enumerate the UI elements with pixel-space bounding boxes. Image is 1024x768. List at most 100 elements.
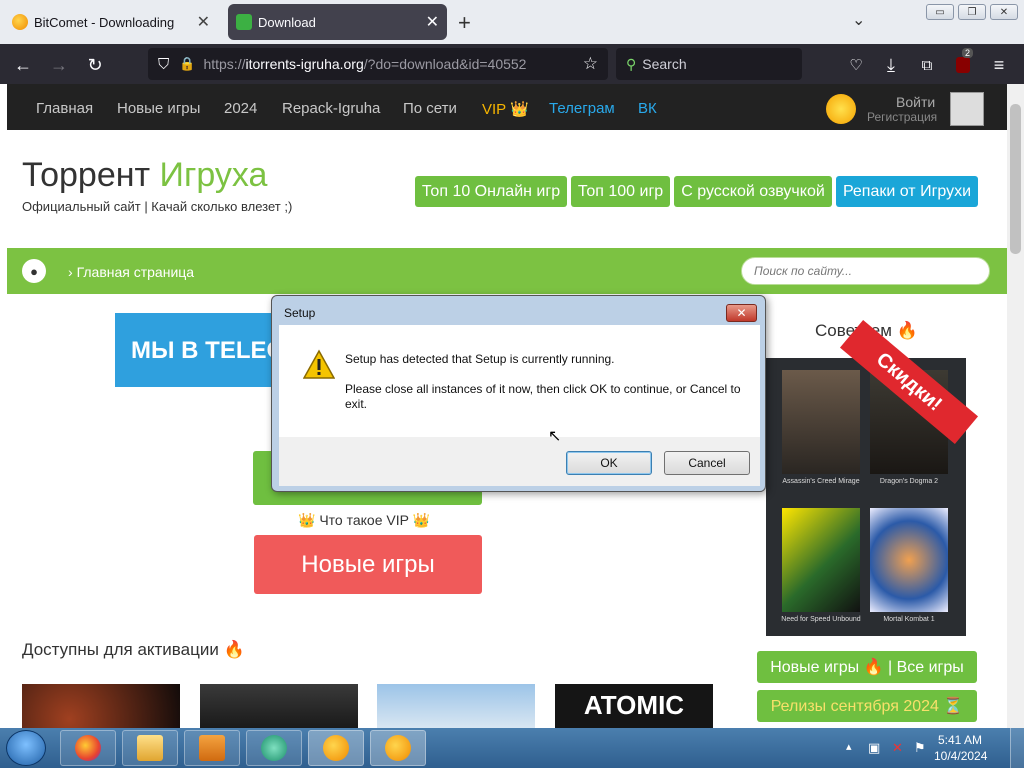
game-cover[interactable]	[782, 508, 860, 612]
cancel-button[interactable]: Cancel	[664, 451, 750, 475]
new-games-all-button[interactable]: Новые игры 🔥 | Все игры	[757, 651, 977, 683]
nav-link-2024[interactable]: 2024	[224, 100, 257, 117]
bitcomet-icon	[385, 735, 411, 761]
avatar[interactable]	[950, 92, 984, 126]
tab-bitcomet[interactable]: BitComet - Downloading ✕	[4, 4, 218, 40]
game-thumbnail[interactable]: ATOMIC	[555, 684, 713, 728]
search-bar-placeholder: Search	[642, 56, 687, 72]
new-tab-button[interactable]: +	[458, 10, 471, 36]
game-caption: Mortal Kombat 1	[883, 616, 935, 623]
site-tagline: Официальный сайт | Качай сколько влезет …	[22, 199, 293, 214]
ublock-icon[interactable]: 2	[950, 48, 976, 78]
list-all-tabs-icon[interactable]: ⌄	[852, 10, 865, 30]
scrollbar-thumb[interactable]	[1010, 104, 1021, 254]
vip-info-link[interactable]: 👑 Что такое VIP 👑	[298, 512, 430, 529]
forward-icon[interactable]: →	[46, 52, 72, 78]
site-logo[interactable]: Торрент Игруха	[22, 156, 267, 195]
logo-text-green: Игруха	[159, 156, 268, 194]
september-releases-button[interactable]: Релизы сентября 2024 ⏳	[757, 690, 977, 722]
search-icon[interactable]: ⚲	[962, 260, 974, 280]
restore-button[interactable]: ❐	[958, 4, 986, 20]
nav-link-vip[interactable]: VIP 👑	[482, 100, 529, 118]
nav-link-repack[interactable]: Repack-Igruha	[282, 100, 380, 117]
action-center-icon[interactable]: ⚑	[914, 740, 926, 756]
game-caption: Need for Speed Unbound	[781, 616, 861, 623]
media-player-icon	[199, 735, 225, 761]
nav-link-vk[interactable]: ВК	[638, 100, 657, 117]
new-games-button[interactable]: Новые игры	[254, 535, 482, 594]
volume-muted-icon[interactable]: ✕	[892, 740, 903, 756]
register-link[interactable]: Регистрация	[867, 110, 937, 124]
site-favicon-icon	[236, 14, 252, 30]
breadcrumb-label: Главная страница	[76, 264, 195, 280]
location-pin-icon: ●	[22, 259, 46, 283]
menu-icon[interactable]: ≡	[986, 52, 1012, 78]
dialog-message-line2: Please close all instances of it now, th…	[345, 382, 741, 411]
tray-expand-icon[interactable]: ▴	[846, 740, 852, 753]
nav-link-new-games[interactable]: Новые игры	[117, 100, 200, 117]
dialog-title: Setup	[284, 306, 316, 320]
pocket-icon[interactable]: ♡	[843, 52, 869, 78]
folder-icon	[137, 735, 163, 761]
start-button[interactable]	[6, 730, 46, 766]
taskbar-media-player[interactable]	[184, 730, 240, 766]
extension-badge: 2	[962, 48, 974, 58]
top100-button[interactable]: Топ 100 игр	[571, 176, 670, 207]
search-engine-icon: ⚲	[626, 55, 637, 72]
taskbar-clock[interactable]: 5:41 AM 10/4/2024	[934, 732, 987, 764]
russian-voice-button[interactable]: С русской озвучкой	[674, 176, 832, 207]
url-host: itorrents-igruha.org	[245, 56, 364, 72]
close-tab-icon[interactable]: ✕	[426, 12, 439, 32]
clock-time: 5:41 AM	[937, 733, 983, 747]
taskbar-explorer[interactable]	[122, 730, 178, 766]
telegram-banner[interactable]: МЫ В TELEGRAM	[115, 313, 285, 387]
game-thumbnail[interactable]	[377, 684, 535, 728]
dialog-close-button[interactable]: ✕	[726, 304, 757, 322]
site-search-input[interactable]: Поиск по сайту...	[741, 257, 990, 285]
nav-link-home[interactable]: Главная	[36, 100, 93, 117]
close-window-button[interactable]: ✕	[990, 4, 1018, 20]
close-tab-icon[interactable]: ✕	[197, 12, 210, 32]
tab-title: Download	[258, 14, 316, 30]
game-cover[interactable]	[870, 508, 948, 612]
taskbar-bitcomet[interactable]	[308, 730, 364, 766]
bitcomet-icon	[12, 14, 28, 30]
game-thumbnail[interactable]	[22, 684, 180, 728]
back-icon[interactable]: ←	[10, 52, 36, 78]
downloads-icon[interactable]: ⤓	[878, 52, 904, 78]
repacks-button[interactable]: Репаки от Игрухи	[836, 176, 978, 207]
reload-icon[interactable]: ↻	[82, 52, 108, 78]
bookmark-star-icon[interactable]: ☆	[583, 54, 598, 74]
login-link[interactable]: Войти	[896, 94, 935, 110]
minimize-button[interactable]: ▭	[926, 4, 954, 20]
nav-link-online[interactable]: По сети	[403, 100, 457, 117]
top10-online-button[interactable]: Топ 10 Онлайн игр	[415, 176, 567, 207]
url-path: /?do=download&id=40552	[363, 56, 527, 72]
taskbar-app[interactable]	[246, 730, 302, 766]
nav-link-telegram[interactable]: Телеграм	[549, 100, 615, 117]
shield-icon[interactable]: ⛉	[158, 56, 169, 73]
dialog-message-line1: Setup has detected that Setup is current…	[345, 352, 615, 366]
game-cover[interactable]	[782, 370, 860, 474]
tab-download[interactable]: Download ✕	[228, 4, 447, 40]
ok-button[interactable]: OK	[566, 451, 652, 475]
app-icon	[261, 735, 287, 761]
network-icon[interactable]: ▣	[868, 740, 880, 756]
available-heading: Доступны для активации 🔥	[22, 640, 245, 659]
sun-icon[interactable]	[826, 94, 856, 124]
dialog-body: Setup has detected that Setup is current…	[279, 325, 760, 437]
address-bar[interactable]: ⛉ 🔒 https:// itorrents-igruha.org /?do=d…	[148, 48, 608, 80]
breadcrumb[interactable]: › Главная страница	[68, 264, 194, 280]
taskbar: ▴ ▣ ✕ ⚑ 5:41 AM 10/4/2024	[0, 728, 1024, 768]
show-desktop-button[interactable]	[1010, 728, 1024, 768]
lock-icon[interactable]: 🔒	[179, 56, 195, 72]
game-caption: Dragon's Dogma 2	[879, 478, 939, 485]
extensions-icon[interactable]: ⧉	[914, 52, 940, 78]
search-bar[interactable]: ⚲ Search	[616, 48, 802, 80]
logo-text: Торрент	[22, 156, 160, 194]
game-thumbnail[interactable]	[200, 684, 358, 728]
taskbar-firefox[interactable]	[60, 730, 116, 766]
navigation-toolbar: ← → ↻ ⛉ 🔒 https:// itorrents-igruha.org …	[0, 44, 1024, 84]
taskbar-bitcomet-setup[interactable]	[370, 730, 426, 766]
dialog-button-area: OK Cancel	[279, 437, 760, 486]
